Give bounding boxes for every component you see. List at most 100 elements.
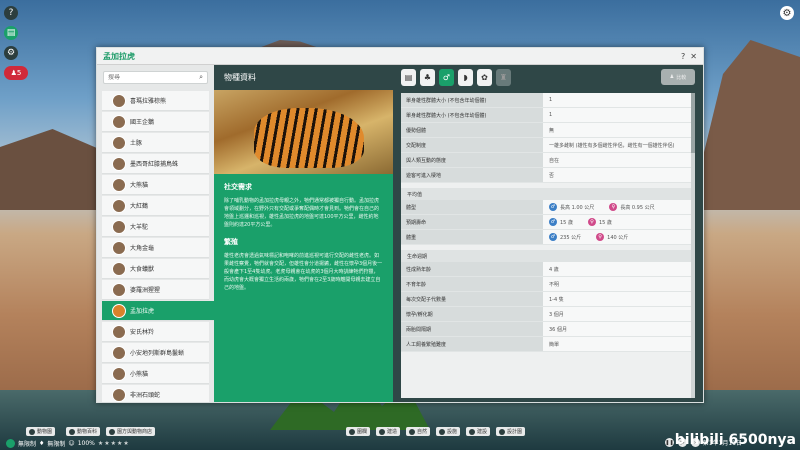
list-item[interactable]: 土豚 [102, 133, 209, 153]
male-icon: ♂ [549, 218, 557, 226]
list-item[interactable]: 墨西哥紅膝捕鳥蛛 [102, 154, 209, 174]
trophy-icon: ♜ [499, 73, 508, 82]
species-avatar [112, 303, 126, 318]
pause-icon[interactable]: ❚❚ [665, 438, 674, 447]
species-avatar [112, 324, 126, 339]
species-avatar [112, 387, 126, 402]
species-avatar [112, 198, 126, 213]
stats-list: 單身雄性群體大小 (不包含年幼個體) 1 單身雌性群體大小 (不包含年幼個體) 1 … [401, 93, 695, 398]
species-window: 孟加拉虎 ? ✕ ⌕ 喜瑪拉雅棕熊 國王企鵝 土豚 墨西哥紅膝捕鳥蛛 大熊貓 大… [96, 47, 704, 403]
species-list: 喜瑪拉雅棕熊 國王企鵝 土豚 墨西哥紅膝捕鳥蛛 大熊貓 大紅鶴 大羊駝 大角金龜… [97, 91, 214, 402]
breeding-text: 雄性老虎會透過氣味標記和咆哮的前進巡視可進行交配的雌性老虎。如果雌性察覺，牠們就… [224, 253, 383, 291]
species-sidebar: ⌕ 喜瑪拉雅棕熊 國王企鵝 土豚 墨西哥紅膝捕鳥蛛 大熊貓 大紅鶴 大羊駝 大角… [97, 65, 214, 402]
tab-social[interactable]: ♂ [439, 69, 454, 86]
watermark: bilibili 6500nya [674, 432, 796, 448]
book-icon [69, 428, 75, 435]
tab-info[interactable]: ▤ [401, 69, 416, 86]
species-avatar [112, 177, 126, 192]
help-button[interactable]: ? [681, 52, 685, 61]
zoo-rating-stars: ★★★★★ [97, 440, 130, 447]
list-item[interactable]: 大紅鶴 [102, 196, 209, 216]
male-icon: ♂ [549, 233, 557, 241]
list-item[interactable]: 非洲石頭蛇 [102, 385, 209, 402]
list-item[interactable]: 大角金龜 [102, 238, 209, 258]
species-avatar [112, 261, 126, 276]
list-item[interactable]: 國王企鵝 [102, 112, 209, 132]
money-icon: ♦ [39, 440, 45, 447]
stat-row: 單身雄性群體大小 (不包含年幼個體) 1 [401, 93, 695, 108]
settings-icon[interactable]: ⚙ [780, 6, 794, 20]
species-avatar [112, 219, 126, 234]
toolbar-item[interactable]: 自然 [406, 427, 431, 436]
info-icon[interactable]: ? [4, 6, 18, 20]
stat-row: 優勢個體無 [401, 123, 695, 138]
toolbar-item[interactable]: 建造 [376, 427, 401, 436]
male-icon: ♂ [549, 203, 557, 211]
zoo-info-button[interactable]: 動物百科 [66, 427, 101, 436]
shop-button[interactable]: 園方與動物商店 [106, 427, 156, 436]
female-icon: ♀ [596, 233, 605, 241]
species-info-panel: 物種資料 社交需求 除了哺乳動物的孟加拉虎母親之外，牠們通常都被獨自行動。孟加拉… [214, 65, 393, 402]
shop-icon [109, 428, 115, 435]
species-description: 社交需求 除了哺乳動物的孟加拉虎母親之外，牠們通常都被獨自行動。孟加拉虎會領域劃… [214, 174, 393, 402]
breeding-title: 繁殖 [224, 238, 238, 246]
close-button[interactable]: ✕ [690, 52, 697, 61]
species-avatar [112, 114, 126, 129]
stat-row: 遊客可進入棲地否 [401, 168, 695, 183]
species-avatar [112, 282, 126, 297]
bottom-bar: 動物園 動物百科 園方與動物商店 無限制 ♦ 無限制 ☺ 100% ★★★★★ … [0, 426, 800, 450]
zoopedia-icon[interactable]: ▤ [4, 26, 18, 40]
background-mountain-right [690, 40, 800, 210]
toolbar-item[interactable]: 設施 [436, 427, 461, 436]
tab-enrichment[interactable]: ♜ [496, 69, 511, 86]
tab-breeding[interactable]: ◗ [458, 69, 473, 86]
toolbar-item[interactable]: 設計園 [496, 427, 526, 436]
animal-icon [29, 428, 35, 435]
tab-bar: ▤ ♣ ♂ ◗ ✿ ♜ [393, 65, 703, 90]
list-item[interactable]: 婆羅洲猩猩 [102, 280, 209, 300]
list-item[interactable]: 大熊貓 [102, 175, 209, 195]
search-icon[interactable]: ⌕ [199, 73, 203, 82]
stat-row: 與人類互動的態度 自在 [401, 153, 695, 168]
panel-header: 物種資料 [214, 65, 393, 90]
stat-row: 人工飼養繁殖難度 簡單 [401, 337, 695, 352]
tree-icon: ♣ [423, 73, 432, 82]
list-item[interactable]: 小熊貓 [102, 364, 209, 384]
gear-icon[interactable]: ⚙ [4, 46, 18, 60]
stat-row: 體重 ♂ 235 公斤 ♀ 140 公斤 [401, 230, 695, 245]
species-avatar [112, 135, 126, 150]
search-box[interactable]: ⌕ [103, 71, 208, 84]
list-item[interactable]: 安氏林羚 [102, 322, 209, 342]
stat-row: 懷孕/孵化期 3 個月 [401, 307, 695, 322]
species-avatar [112, 156, 126, 171]
window-titlebar: 孟加拉虎 ? ✕ [97, 48, 703, 65]
compare-icon: ♟ [669, 74, 675, 80]
paw-icon: ✿ [481, 73, 488, 82]
scrollbar[interactable] [691, 93, 695, 398]
list-item[interactable]: 小安地列斯群島鬣蜥 [102, 343, 209, 363]
list-item[interactable]: 大羊駝 [102, 217, 209, 237]
stat-row: 性成熟年齡 4 歲 [401, 262, 695, 277]
species-avatar [112, 345, 126, 360]
tab-habitat[interactable]: ♣ [420, 69, 435, 86]
social-text: 除了哺乳動物的孟加拉虎母親之外，牠們通常都被獨自行動。孟加拉虎會領域劃分，在野外… [224, 198, 380, 228]
species-stats-panel: ▤ ♣ ♂ ◗ ✿ ♜ ♟ 比較 單身雄性群體大小 (不包含年幼個體) 1 單身雌性… [393, 65, 703, 402]
group-icon: ♂ [442, 73, 451, 82]
stat-row: 單身雌性群體大小 (不包含年幼個體) 1 [401, 108, 695, 123]
facility-icon [439, 428, 445, 435]
document-icon: ▤ [404, 73, 413, 82]
list-item-selected[interactable]: 孟加拉虎 [102, 301, 214, 321]
guest-counter[interactable]: ♟ 5 [4, 66, 28, 80]
search-input[interactable] [108, 74, 200, 81]
tab-diet[interactable]: ✿ [477, 69, 492, 86]
construct-icon [469, 428, 475, 435]
build-icon [379, 428, 385, 435]
toolbar-item[interactable]: 建設 [466, 427, 491, 436]
animals-button[interactable]: 動物園 [26, 427, 56, 436]
list-item[interactable]: 喜瑪拉雅棕熊 [102, 91, 209, 111]
stat-row: 兩胎間隔期 36 個月 [401, 322, 695, 337]
toolbar-item[interactable]: 圍欄 [346, 427, 371, 436]
section-averages: 平均值 [401, 188, 695, 200]
compare-button[interactable]: ♟ 比較 [661, 69, 695, 85]
list-item[interactable]: 大食蟻獸 [102, 259, 209, 279]
